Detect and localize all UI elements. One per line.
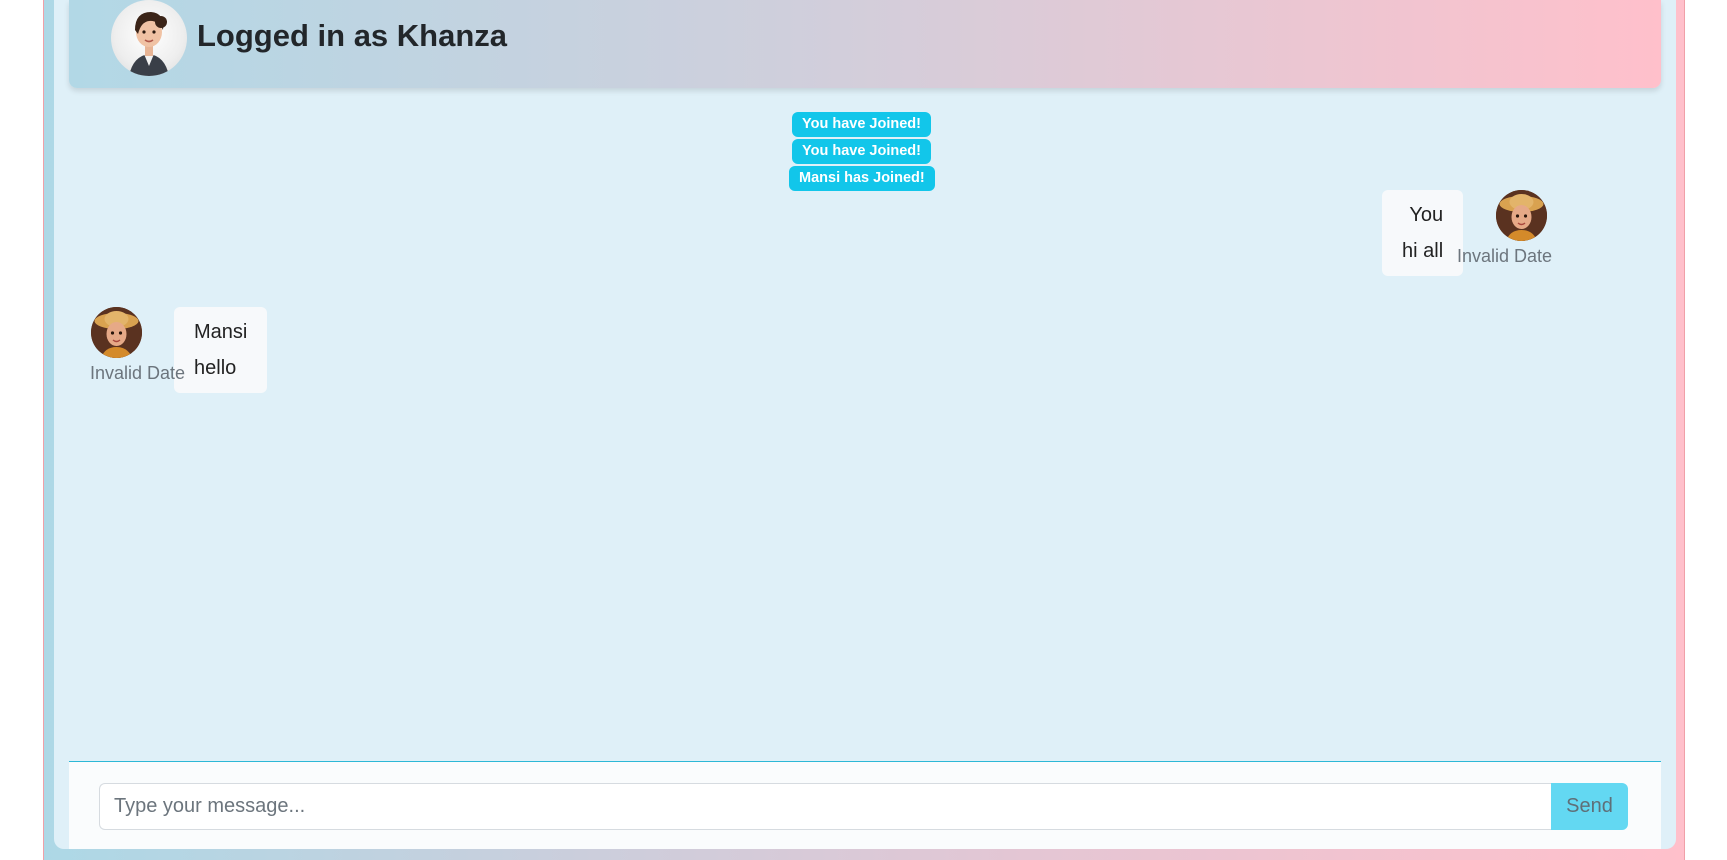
join-notice: You have Joined! xyxy=(792,112,931,137)
message-date: Invalid Date xyxy=(90,363,186,383)
message-input[interactable] xyxy=(99,783,1551,830)
chat-panel: Logged in as Khanza You have Joined! You… xyxy=(54,0,1676,849)
join-notice: You have Joined! xyxy=(792,139,931,164)
user-avatar xyxy=(111,0,187,76)
message-text: hi all xyxy=(1402,240,1444,262)
message-sender: Mansi xyxy=(194,321,248,343)
message-bubble-incoming: Mansi hello xyxy=(174,307,268,393)
message-text: hello xyxy=(194,357,237,379)
join-notice: Mansi has Joined! xyxy=(789,166,935,191)
message-bubble-outgoing: You hi all xyxy=(1382,190,1464,276)
app-frame: Logged in as Khanza You have Joined! You… xyxy=(43,0,1685,860)
message-date: Invalid Date xyxy=(1457,246,1553,266)
message-composer: Send xyxy=(69,762,1661,849)
user-avatar-icon xyxy=(129,12,169,76)
avatar-icon xyxy=(1496,190,1547,241)
message-sender: You xyxy=(1409,204,1444,226)
page-title: Logged in as Khanza xyxy=(197,18,508,53)
send-button[interactable]: Send xyxy=(1551,783,1628,830)
avatar xyxy=(1496,190,1547,241)
avatar xyxy=(91,307,142,358)
avatar-icon xyxy=(91,307,142,358)
chat-header: Logged in as Khanza xyxy=(69,0,1661,88)
